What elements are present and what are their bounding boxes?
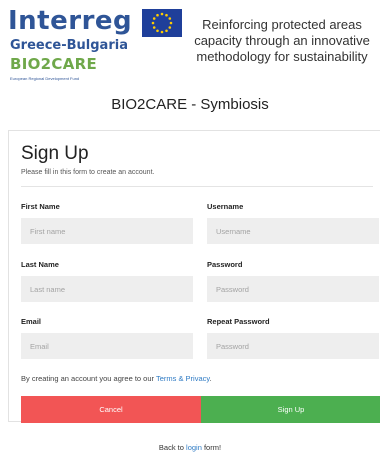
email-label: Email <box>21 317 42 326</box>
header: Interreg Greece-Bulgaria BIO2CARE Europe… <box>0 0 380 92</box>
last-name-label: Last Name <box>21 260 59 269</box>
tagline-line: capacity through an innovative <box>194 33 370 48</box>
tagline-line: methodology for sustainability <box>196 49 368 64</box>
first-name-label: First Name <box>21 202 60 211</box>
interreg-logo: Interreg Greece-Bulgaria BIO2CARE Europe… <box>8 6 182 92</box>
page-title: BIO2CARE - Symbiosis <box>111 96 269 113</box>
eu-flag-icon <box>142 9 182 37</box>
username-label: Username <box>207 202 244 211</box>
form-title: Sign Up <box>21 143 89 164</box>
tagline-line: Reinforcing protected areas <box>202 17 362 32</box>
back-suffix: form! <box>201 443 222 452</box>
username-input[interactable] <box>207 218 379 244</box>
first-name-input[interactable] <box>21 218 193 244</box>
repeat-password-label: Repeat Password <box>207 317 270 326</box>
repeat-password-input[interactable] <box>207 333 379 359</box>
password-input[interactable] <box>207 276 379 302</box>
last-name-input[interactable] <box>21 276 193 302</box>
logo-programme: Greece-Bulgaria <box>10 38 128 53</box>
signup-page: Interreg Greece-Bulgaria BIO2CARE Europe… <box>0 0 380 457</box>
tagline: Reinforcing protected areas capacity thr… <box>184 17 380 65</box>
login-link[interactable]: login <box>186 443 202 452</box>
email-input[interactable] <box>21 333 193 359</box>
back-to-login: Back to login form! <box>0 443 380 452</box>
logo-brand: Interreg <box>8 6 133 36</box>
password-label: Password <box>207 260 243 269</box>
terms-prefix: By creating an account you agree to our <box>21 374 156 383</box>
signup-form: Sign Up Please fill in this form to crea… <box>8 130 380 423</box>
back-prefix: Back to <box>158 443 187 452</box>
terms-text: By creating an account you agree to our … <box>21 374 212 383</box>
terms-link[interactable]: Terms & Privacy <box>156 374 210 383</box>
logo-fund: European Regional Development Fund <box>10 76 80 81</box>
form-subtitle: Please fill in this form to create an ac… <box>21 169 155 176</box>
cancel-button[interactable]: Cancel <box>21 396 201 423</box>
form-divider <box>21 186 373 187</box>
signup-button[interactable]: Sign Up <box>201 396 380 423</box>
terms-suffix: . <box>209 374 212 383</box>
logo-project: BIO2CARE <box>10 55 98 73</box>
